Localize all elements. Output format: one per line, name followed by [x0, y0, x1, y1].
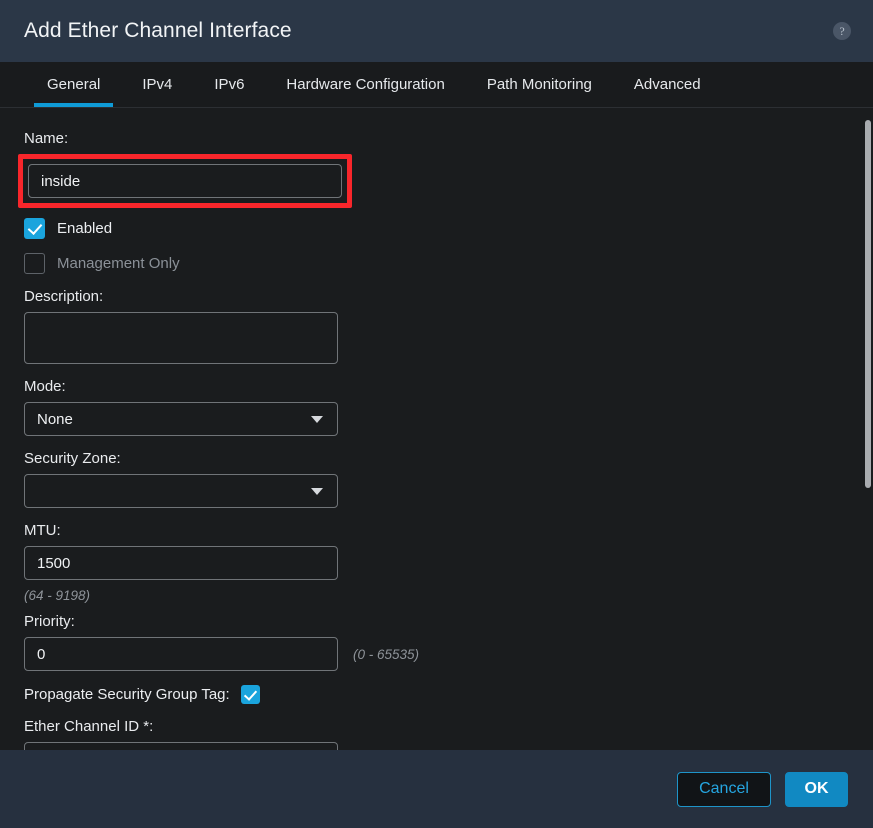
enabled-checkbox[interactable]: [24, 218, 45, 239]
description-textarea[interactable]: [24, 312, 338, 364]
mode-select[interactable]: None: [24, 402, 338, 436]
priority-label: Priority:: [24, 613, 75, 630]
mode-select-value: None: [37, 410, 73, 428]
mtu-label: MTU:: [24, 522, 61, 539]
priority-input[interactable]: 0: [24, 637, 338, 671]
tab-ipv6[interactable]: IPv6: [193, 62, 265, 107]
name-input[interactable]: inside: [28, 164, 342, 198]
tab-ipv4[interactable]: IPv4: [121, 62, 193, 107]
propagate-sgt-checkbox[interactable]: [240, 685, 260, 704]
tab-advanced[interactable]: Advanced: [613, 62, 722, 107]
dialog-footer: Cancel OK: [0, 750, 873, 828]
mtu-input[interactable]: 1500: [24, 546, 338, 580]
form-scrollbar[interactable]: [859, 108, 873, 750]
management-only-checkbox[interactable]: [24, 253, 45, 274]
security-zone-select[interactable]: [24, 474, 338, 508]
name-field-highlight: inside: [18, 154, 352, 208]
mode-label: Mode:: [24, 378, 66, 395]
management-only-label: Management Only: [57, 255, 180, 272]
help-circle-icon[interactable]: ?: [833, 22, 851, 40]
tab-ipv4-label: IPv4: [142, 76, 173, 93]
tab-general-label: General: [47, 76, 101, 93]
general-form: Name: inside Enabled Management Only Des…: [0, 108, 873, 750]
chevron-down-icon: [311, 415, 323, 423]
dialog-title: Add Ether Channel Interface: [24, 19, 292, 42]
ether-channel-id-input[interactable]: [24, 742, 338, 750]
ether-channel-id-label: Ether Channel ID *:: [24, 718, 154, 735]
mtu-range-hint: (64 - 9198): [24, 588, 91, 603]
enabled-label: Enabled: [57, 220, 113, 237]
description-label: Description:: [24, 288, 104, 305]
propagate-sgt-row: Propagate Security Group Tag:: [24, 685, 873, 704]
form-scrollbar-thumb[interactable]: [865, 120, 871, 488]
cancel-button[interactable]: Cancel: [677, 771, 771, 807]
dialog-body: Name: inside Enabled Management Only Des…: [0, 108, 873, 750]
tab-ipv6-label: IPv6: [214, 76, 245, 93]
dialog-titlebar: Add Ether Channel Interface ?: [0, 0, 873, 62]
tab-hardware-configuration-label: Hardware Configuration: [286, 76, 445, 93]
tab-path-monitoring[interactable]: Path Monitoring: [466, 62, 613, 107]
add-ether-channel-interface-dialog: Add Ether Channel Interface ? General IP…: [0, 0, 873, 828]
tab-advanced-label: Advanced: [633, 76, 701, 93]
management-only-checkbox-row[interactable]: Management Only: [24, 253, 873, 274]
tab-bar: General IPv4 IPv6 Hardware Configuration…: [0, 62, 873, 108]
tab-path-monitoring-label: Path Monitoring: [486, 76, 592, 93]
ok-button[interactable]: OK: [785, 771, 848, 807]
priority-row: 0 (0 - 65535): [24, 637, 873, 671]
priority-range-hint: (0 - 65535): [353, 646, 420, 662]
enabled-checkbox-row[interactable]: Enabled: [24, 218, 873, 239]
propagate-sgt-label: Propagate Security Group Tag:: [24, 686, 230, 703]
tab-general[interactable]: General: [26, 62, 121, 107]
security-zone-label: Security Zone:: [24, 450, 121, 467]
name-label: Name:: [24, 130, 69, 147]
tab-hardware-configuration[interactable]: Hardware Configuration: [265, 62, 465, 107]
chevron-down-icon: [311, 487, 323, 495]
